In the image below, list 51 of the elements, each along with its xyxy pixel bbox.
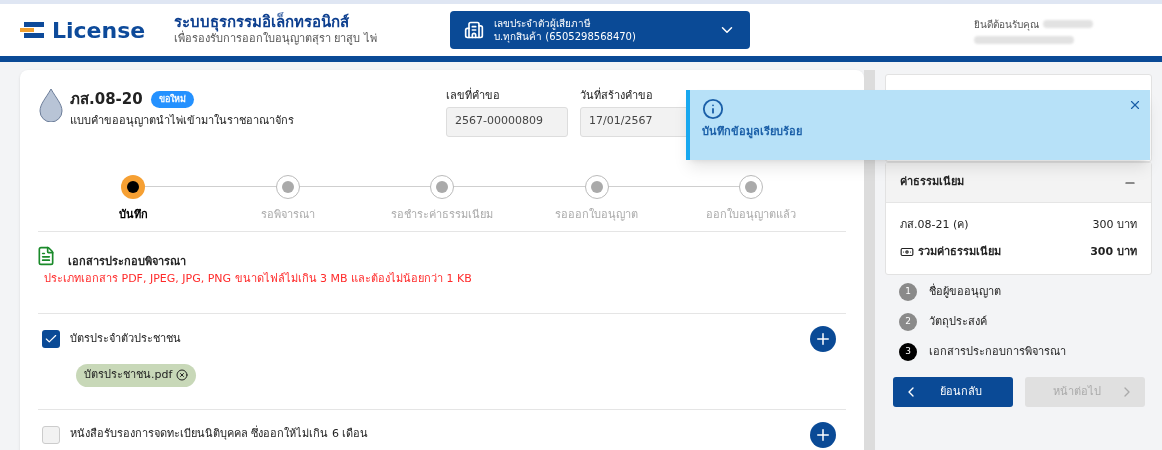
field-value: 2567-00000809 [446,106,568,137]
welcome-text: ยินดีต้อนรับคุณ [974,17,1039,32]
taxpayer-label: เลขประจำตัวผู้เสียภาษี [494,17,592,30]
fee-total: 300 บาท [1090,243,1137,260]
file-name: บัตรประชาชน.pdf [84,367,173,383]
back-button[interactable]: ย้อนกลับ [893,377,1013,407]
field-label: วันที่สร้างคำขอ [580,88,654,104]
toast-message: บันทึกข้อมูลเรียบร้อย [702,124,802,141]
file-requirements-note: ประเภทเอกสาร PDF, JPEG, JPG, PNG ขนาดไฟล์ไม่เกิน 3 MB และต้องไม่น้อยกว่า 1 KB [44,270,473,287]
emblem-icon [38,88,64,122]
file-chip[interactable]: บัตรประชาชน.pdf [76,364,197,387]
step-number: 1 [899,283,917,301]
status-badge: ขอใหม่ [150,90,194,108]
form-code: ภส.08-20 [70,89,143,110]
fee-name: ภส.08-21 (ค) [900,217,969,233]
fee-total-label: รวมค่าธรรมเนียม [918,243,1001,260]
progress-step-label: รอพิจารณา [260,206,315,223]
system-subtitle: เพื่อรองรับการออกใบอนุญาตสุรา ยาสูบ ไพ่ [174,30,378,47]
progress-step-label: ออกใบอนุญาตแล้ว [706,206,796,223]
taxpayer-selector[interactable]: เลขประจำตัวผู้เสียภาษี บ.ทุกสินค้า (6505298568470) [450,11,750,49]
plus-icon [814,330,832,348]
document-label: หนังสือรับรองการจดทะเบียนนิติบุคคล ซึ่งออกให้ไม่เกิน 6 เดือน [70,426,369,443]
document-checkbox[interactable] [42,425,60,444]
system-title: ระบบธุรกรรมอิเล็กทรอนิกส์ [174,12,350,31]
redacted-name [1043,20,1093,28]
field-label: เลขที่คำขอ [446,88,501,104]
progress-step-label: รอชำระค่าธรรมเนียม [391,206,493,223]
step-number: 3 [899,343,917,361]
taxpayer-value: บ.ทุกสินค้า (6505298568470) [494,30,637,43]
document-checkbox[interactable] [42,330,60,348]
info-icon [702,98,724,120]
progress-step-label: บันทึก [118,206,148,223]
close-button[interactable] [1128,98,1142,112]
step-label[interactable]: ชื่อผู้ขออนุญาต [929,283,1001,301]
logo-text: License [52,16,146,45]
fee-amount: 300 บาท [1092,217,1137,233]
step-label[interactable]: วัตถุประสงค์ [929,313,987,331]
add-file-button[interactable] [810,326,836,352]
document-label: บัตรประจำตัวประชาชน [70,330,181,347]
remove-icon[interactable] [176,369,189,382]
panel-title: ค่าธรรมเนียม [900,174,964,191]
step-number: 2 [899,313,917,331]
form-description: แบบคำขออนุญาตนำไพ่เข้ามาในราชอาณาจักร [70,112,294,129]
step-label[interactable]: เอกสารประกอบการพิจารณา [929,343,1066,361]
section-title: เอกสารประกอบพิจารณา [68,254,186,270]
building-icon [464,20,484,40]
add-file-button[interactable] [810,421,836,448]
check-icon [44,332,58,346]
progress-step-label: รอออกใบอนุญาต [555,206,638,223]
document-icon [36,246,56,266]
logo-icon [18,19,46,41]
